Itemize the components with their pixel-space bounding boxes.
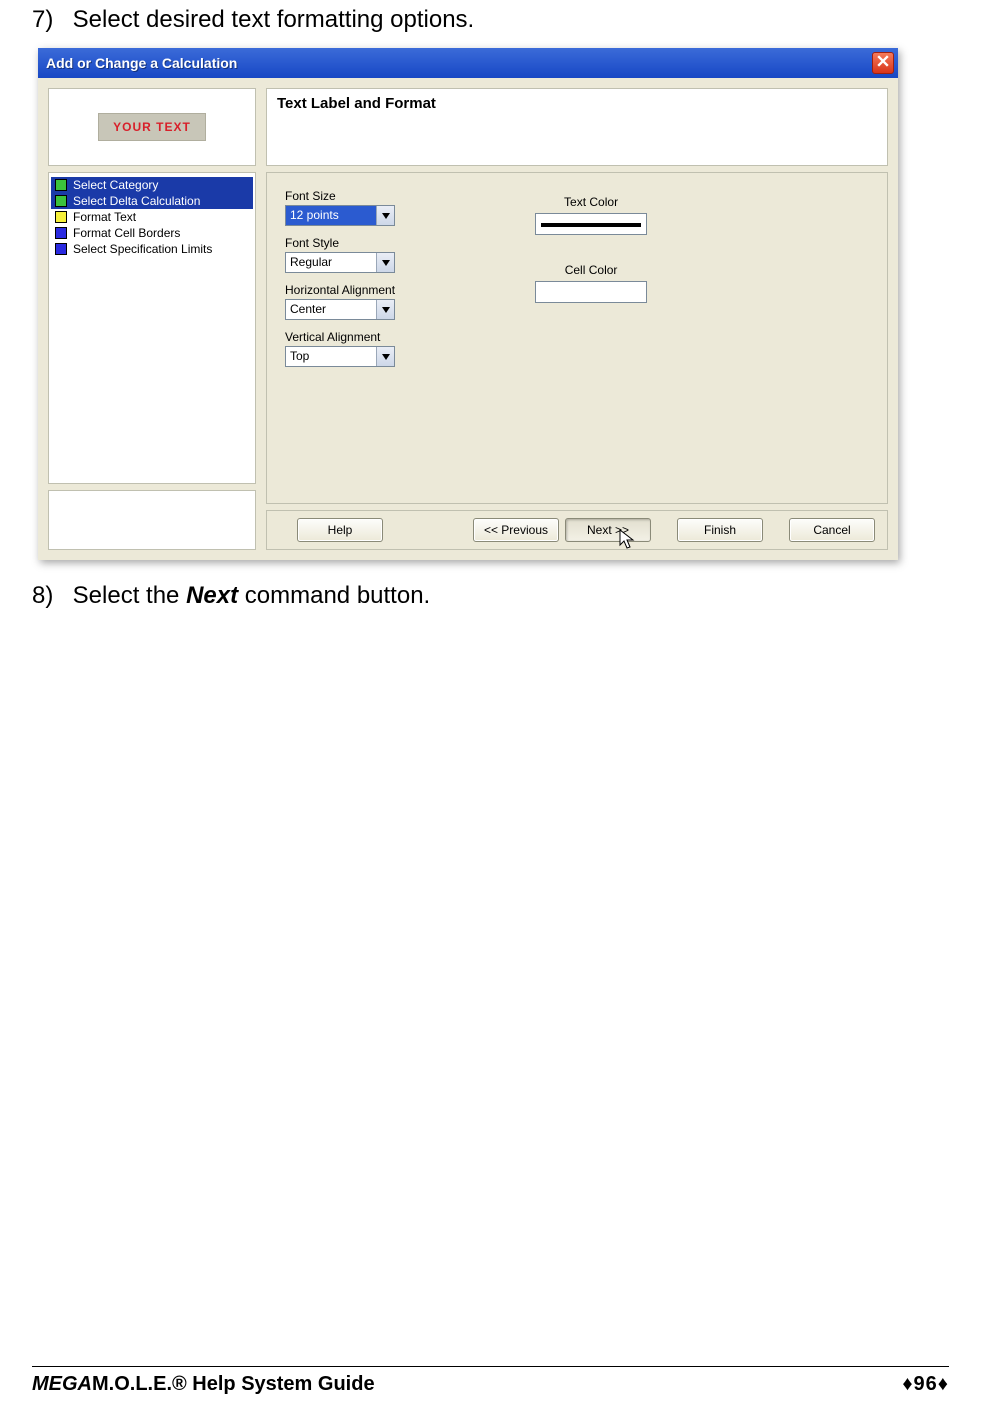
next-button[interactable]: Next >> [565, 518, 651, 542]
label-h-align: Horizontal Alignment [285, 283, 395, 297]
field-font-size: Font Size 12 points [285, 189, 395, 226]
wizard-button-row: Help << Previous Next >> Finish Cancel [266, 510, 888, 550]
step-status-icon [55, 195, 67, 207]
button-label: Next >> [587, 523, 629, 537]
combo-value: Regular [286, 253, 376, 272]
wizard-step-label: Select Category [73, 178, 158, 192]
combo-value: Center [286, 300, 376, 319]
field-cell-color: Cell Color [535, 263, 647, 303]
color-sample-bar [541, 223, 641, 227]
field-v-align: Vertical Alignment Top [285, 330, 395, 367]
field-font-style: Font Style Regular [285, 236, 395, 273]
footer-brand: MEGA [32, 1373, 92, 1395]
chevron-down-icon [376, 253, 394, 272]
combo-value: Top [286, 347, 376, 366]
step-7-num: 7) [32, 6, 66, 34]
button-label: Cancel [813, 523, 850, 537]
field-h-align: Horizontal Alignment Center [285, 283, 395, 320]
wizard-step-label: Format Cell Borders [73, 226, 180, 240]
step-status-icon [55, 243, 67, 255]
wizard-step-label: Select Specification Limits [73, 242, 212, 256]
panel-heading: Text Label and Format [277, 95, 877, 112]
label-cell-color: Cell Color [535, 263, 647, 277]
button-label: << Previous [484, 523, 548, 537]
step-status-icon [55, 179, 67, 191]
step-7: 7) Select desired text formatting option… [32, 6, 949, 34]
wizard-sidebar: YOUR TEXT Select Category Select Delta C… [44, 84, 260, 554]
chevron-down-icon [376, 206, 394, 225]
titlebar: Add or Change a Calculation [38, 48, 898, 78]
combo-font-size[interactable]: 12 points [285, 205, 395, 226]
combo-value: 12 points [286, 206, 376, 225]
wizard-step[interactable]: Format Cell Borders [51, 225, 253, 241]
dialog-window: Add or Change a Calculation YOUR TEXT Se… [38, 48, 898, 560]
footer-page-number: ♦96♦ [902, 1373, 949, 1396]
combo-font-style[interactable]: Regular [285, 252, 395, 273]
preview-chip: YOUR TEXT [98, 113, 206, 141]
help-button[interactable]: Help [297, 518, 383, 542]
wizard-step[interactable]: Select Delta Calculation [51, 193, 253, 209]
preview-slot: YOUR TEXT [48, 88, 256, 166]
close-icon [877, 54, 889, 72]
button-label: Help [328, 523, 353, 537]
form-panel: Font Size 12 points Font Style Regular [266, 172, 888, 504]
close-button[interactable] [872, 52, 894, 74]
cell-color-swatch[interactable] [535, 281, 647, 303]
field-text-color: Text Color [535, 195, 647, 235]
footer-rule [32, 1366, 949, 1367]
dialog-title: Add or Change a Calculation [46, 55, 237, 71]
label-text-color: Text Color [535, 195, 647, 209]
wizard-steps-list: Select Category Select Delta Calculation… [48, 172, 256, 484]
step-8-suffix: command button. [238, 582, 430, 609]
label-font-size: Font Size [285, 189, 395, 203]
wizard-step[interactable]: Select Specification Limits [51, 241, 253, 257]
step-8-num: 8) [32, 582, 66, 610]
previous-button[interactable]: << Previous [473, 518, 559, 542]
footer-brand-rest: M.O.L.E.® Help System Guide [92, 1373, 375, 1395]
label-v-align: Vertical Alignment [285, 330, 395, 344]
sidebar-bottom-panel [48, 490, 256, 550]
chevron-down-icon [376, 347, 394, 366]
label-font-style: Font Style [285, 236, 395, 250]
step-8: 8) Select the Next command button. [32, 582, 949, 610]
wizard-step-label: Format Text [73, 210, 136, 224]
chevron-down-icon [376, 300, 394, 319]
panel-heading-box: Text Label and Format [266, 88, 888, 166]
step-status-icon [55, 211, 67, 223]
step-8-prefix: Select the [73, 582, 186, 609]
text-color-swatch[interactable] [535, 213, 647, 235]
footer-title: MEGAM.O.L.E.® Help System Guide [32, 1373, 375, 1396]
finish-button[interactable]: Finish [677, 518, 763, 542]
combo-v-align[interactable]: Top [285, 346, 395, 367]
cancel-button[interactable]: Cancel [789, 518, 875, 542]
combo-h-align[interactable]: Center [285, 299, 395, 320]
button-label: Finish [704, 523, 736, 537]
page-footer: MEGAM.O.L.E.® Help System Guide ♦96♦ [32, 1366, 949, 1396]
step-7-text: Select desired text formatting options. [73, 6, 475, 33]
step-8-em: Next [186, 582, 238, 609]
wizard-step[interactable]: Select Category [51, 177, 253, 193]
wizard-step-label: Select Delta Calculation [73, 194, 200, 208]
wizard-step[interactable]: Format Text [51, 209, 253, 225]
step-status-icon [55, 227, 67, 239]
